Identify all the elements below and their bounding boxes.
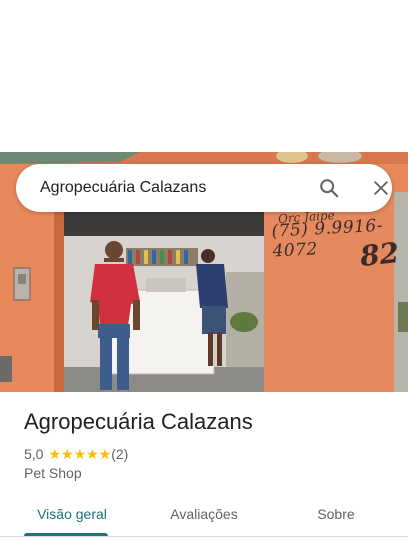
tab-reviews[interactable]: Avaliações <box>154 496 254 536</box>
rating-stars: ★★★★★ <box>48 446 112 462</box>
wall-number-text: 82 <box>358 236 401 273</box>
tab-divider <box>0 536 408 537</box>
rating-row[interactable]: 5,0 ★★★★★ (2) <box>24 445 128 463</box>
tab-bar: Visão geral Avaliações Sobre <box>0 496 408 537</box>
review-count[interactable]: (2) <box>111 446 128 462</box>
place-title: Agropecuária Calazans <box>24 409 253 434</box>
search-icon[interactable] <box>318 177 340 199</box>
search-bar[interactable]: Agropecuária Calazans <box>16 164 392 212</box>
tab-about[interactable]: Sobre <box>296 496 376 536</box>
search-query[interactable]: Agropecuária Calazans <box>40 164 206 212</box>
tab-overview[interactable]: Visão geral <box>24 496 120 536</box>
place-category[interactable]: Pet Shop <box>24 465 82 481</box>
rating-value: 5,0 <box>24 446 44 462</box>
close-icon[interactable] <box>371 178 391 198</box>
